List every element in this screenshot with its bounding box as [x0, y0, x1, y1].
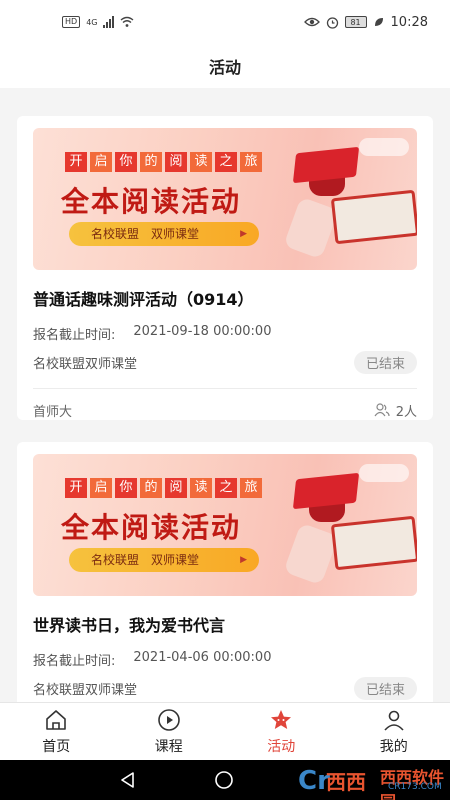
people-icon [374, 403, 390, 417]
tagline-char: 旅 [240, 152, 262, 172]
banner-headline: 全本阅读活动 [61, 185, 242, 218]
play-circle-icon [157, 708, 180, 731]
home-icon [46, 709, 67, 730]
leaf-icon [374, 18, 383, 26]
deadline-value: 2021-04-06 00:00:00 [133, 650, 272, 665]
activity-banner: 开 启 你 的 阅 读 之 旅 全本阅读活动 名校联盟 双师课堂 [33, 454, 417, 596]
home-nav-button[interactable] [208, 760, 240, 800]
activity-org-row: 名校联盟双师课堂 已结束 [33, 351, 417, 374]
deadline-label: 报名截止时间: [33, 328, 116, 343]
tagline-char: 你 [115, 478, 137, 498]
clock-time: 10:28 [390, 14, 428, 30]
star-icon [271, 709, 292, 729]
activity-org: 名校联盟双师课堂 [33, 357, 138, 372]
activity-publisher: 首师大 [33, 404, 73, 420]
activity-footer: 首师大 2人 [33, 389, 417, 431]
banner-pill: 名校联盟 双师课堂 [69, 222, 259, 246]
tagline-char: 的 [140, 152, 162, 172]
page-title-bar: 活动 [0, 44, 450, 88]
tab-label: 我的 [379, 738, 408, 755]
scroll-illustration [283, 196, 339, 260]
participant-value: 2人 [395, 404, 417, 420]
tab-home[interactable]: 首页 [0, 703, 113, 760]
activity-title: 普通话趣味测评活动（0914） [33, 290, 254, 309]
page-title: 活动 [208, 58, 241, 77]
activity-org: 名校联盟双师课堂 [33, 683, 138, 698]
banner-tagline: 开 启 你 的 阅 读 之 旅 [65, 478, 262, 498]
deadline-label: 报名截止时间: [33, 654, 116, 669]
tagline-char: 你 [115, 152, 137, 172]
activity-deadline: 报名截止时间: 2021-04-06 00:00:00 [33, 650, 417, 669]
cloud-decoration [359, 464, 409, 482]
tagline-char: 阅 [165, 152, 187, 172]
signal-icon [103, 16, 115, 28]
banner-pill: 名校联盟 双师课堂 [69, 548, 259, 572]
deadline-value: 2021-09-18 00:00:00 [133, 324, 272, 339]
wifi-icon [121, 16, 134, 27]
network-type: 4G [86, 17, 98, 27]
tab-activities[interactable]: 活动 [225, 703, 338, 760]
tagline-char: 读 [190, 152, 212, 172]
activity-banner: 开 启 你 的 阅 读 之 旅 全本阅读活动 名校联盟 双师课堂 [33, 128, 417, 270]
tagline-char: 启 [90, 152, 112, 172]
status-bar: HD 4G 81 10:28 [0, 0, 450, 44]
participant-count: 2人 [374, 401, 417, 420]
tagline-char: 阅 [165, 478, 187, 498]
activity-card[interactable]: 开 启 你 的 阅 读 之 旅 全本阅读活动 名校联盟 双师课堂 普通话趣味测评… [17, 116, 433, 420]
tagline-char: 旅 [240, 478, 262, 498]
status-left: HD 4G [62, 16, 134, 28]
user-icon [384, 710, 404, 731]
back-button[interactable] [112, 760, 144, 800]
grad-cap-top-illustration [292, 472, 360, 510]
tagline-char: 读 [190, 478, 212, 498]
status-badge: 已结束 [353, 677, 417, 700]
activity-org-row: 名校联盟双师课堂 已结束 [33, 677, 417, 700]
activity-deadline: 报名截止时间: 2021-09-18 00:00:00 [33, 324, 417, 343]
book-illustration [330, 189, 417, 245]
tagline-char: 开 [65, 152, 87, 172]
tab-label: 首页 [42, 738, 71, 755]
home-circle-icon [215, 771, 233, 789]
tab-label: 课程 [154, 738, 183, 755]
tab-courses[interactable]: 课程 [113, 703, 226, 760]
banner-headline: 全本阅读活动 [61, 511, 242, 544]
system-nav-bar: Cr 西西 西西软件园 CR173.COM [0, 760, 450, 800]
tagline-char: 启 [90, 478, 112, 498]
tagline-char: 开 [65, 478, 87, 498]
activity-card[interactable]: 开 启 你 的 阅 读 之 旅 全本阅读活动 名校联盟 双师课堂 世界读书日，我… [17, 442, 433, 702]
watermark-logo: Cr 西西 西西软件园 CR173.COM [298, 764, 448, 800]
grad-cap-top-illustration [292, 146, 360, 184]
tagline-char: 之 [215, 478, 237, 498]
scroll-illustration [283, 522, 339, 586]
bottom-tab-bar: 首页 课程 活动 我的 [0, 702, 450, 760]
status-badge: 已结束 [353, 351, 417, 374]
status-right: 81 10:28 [303, 14, 428, 30]
watermark-domain: CR173.COM [388, 782, 442, 792]
cloud-decoration [359, 138, 409, 156]
alarm-icon [326, 16, 338, 29]
eye-icon [303, 17, 320, 27]
battery-icon: 81 [344, 16, 367, 28]
tab-label: 活动 [267, 738, 296, 755]
book-illustration [330, 515, 417, 571]
watermark-mark-2: 西西 [326, 770, 366, 794]
tagline-char: 之 [215, 152, 237, 172]
activity-title: 世界读书日，我为爱书代言 [33, 616, 226, 635]
hd-badge: HD [62, 16, 81, 28]
tab-profile[interactable]: 我的 [338, 703, 450, 760]
back-triangle-icon [121, 772, 134, 788]
banner-tagline: 开 启 你 的 阅 读 之 旅 [65, 152, 262, 172]
tagline-char: 的 [140, 478, 162, 498]
activity-feed[interactable]: 开 启 你 的 阅 读 之 旅 全本阅读活动 名校联盟 双师课堂 普通话趣味测评… [0, 88, 450, 702]
